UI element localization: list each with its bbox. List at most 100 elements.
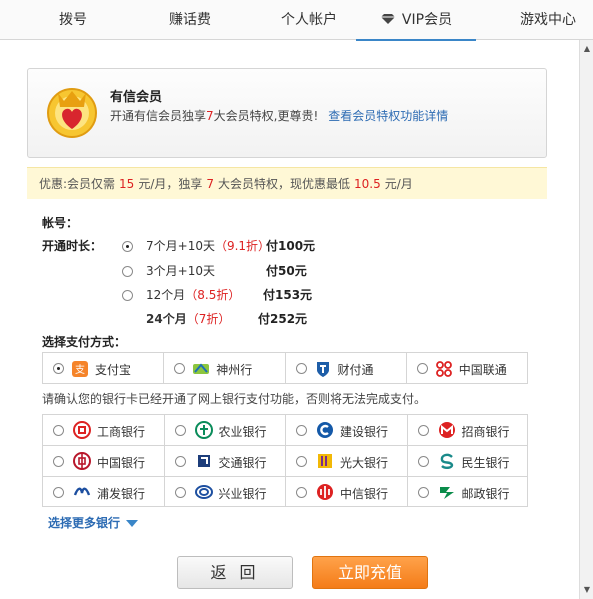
duration-option-12m[interactable]: 12个月（8.5折） 付153元 bbox=[122, 287, 312, 303]
bank-radio[interactable] bbox=[174, 456, 186, 467]
diamond-icon bbox=[380, 13, 395, 24]
duration-discount: （9.1折） bbox=[214, 239, 271, 253]
abc-icon bbox=[194, 421, 213, 439]
bank-radio[interactable] bbox=[174, 487, 186, 498]
bank-radio[interactable] bbox=[296, 425, 307, 436]
paymethod-label: 财付通 bbox=[337, 363, 374, 377]
vip-desc-prefix: 开通有信会员独享 bbox=[110, 109, 207, 123]
bank-icbc[interactable]: 工商银行 bbox=[42, 414, 164, 445]
citic-icon bbox=[317, 484, 333, 500]
bank-radio[interactable] bbox=[417, 425, 429, 436]
bank-spdb[interactable]: 浦发银行 bbox=[42, 476, 164, 507]
vip-info-card: 有信会员 开通有信会员独享7大会员特权,更尊贵! 查看会员特权功能详情 bbox=[27, 68, 547, 158]
paymethod-label: 中国联通 bbox=[458, 363, 507, 377]
duration-radio[interactable] bbox=[122, 290, 133, 301]
duration-text: 3个月+10天 bbox=[146, 263, 215, 279]
bank-label: 招商银行 bbox=[461, 425, 510, 439]
bank-label: 工商银行 bbox=[97, 425, 146, 439]
paymethod-radio[interactable] bbox=[174, 363, 186, 374]
promo-text-3: 大会员特权，现优惠最低 bbox=[218, 177, 351, 191]
bank-ceb[interactable]: 光大银行 bbox=[285, 445, 407, 476]
promo-count: 7 bbox=[206, 177, 215, 191]
more-banks-link[interactable]: 选择更多银行 bbox=[48, 514, 139, 531]
bank-citic[interactable]: 中信银行 bbox=[285, 476, 407, 507]
ceb-icon bbox=[318, 454, 332, 468]
bank-grid: 工商银行 农业银行 建设银行 招商银行 中国银行 交通银行 光大银行 民生银行 … bbox=[42, 414, 528, 507]
back-button[interactable]: 返 回 bbox=[177, 556, 293, 589]
bank-radio[interactable] bbox=[53, 425, 64, 436]
tab-vip[interactable]: VIP会员 bbox=[356, 0, 476, 41]
tab-game-center[interactable]: 游戏中心 bbox=[500, 0, 593, 40]
duration-option-24m[interactable]: 24个月（7折） 付252元 bbox=[122, 311, 307, 327]
shenzhouxing-icon bbox=[193, 363, 210, 374]
vip-desc-count: 7 bbox=[206, 109, 214, 123]
paymethod-radio[interactable] bbox=[53, 363, 64, 374]
bank-radio[interactable] bbox=[53, 456, 64, 467]
tab-earn-credit[interactable]: 赚话费 bbox=[140, 0, 240, 40]
duration-option-3m[interactable]: 3个月+10天 付50元 bbox=[122, 263, 307, 279]
duration-text: 7个月+10天（9.1折） bbox=[146, 238, 270, 254]
paymethod-radio[interactable] bbox=[416, 363, 428, 374]
duration-radio[interactable] bbox=[122, 266, 133, 277]
vip-desc-suffix: 大会员特权,更尊贵! bbox=[213, 109, 319, 123]
ccb-icon bbox=[317, 422, 333, 438]
bank-radio[interactable] bbox=[417, 487, 429, 498]
duration-price: 付252元 bbox=[258, 312, 308, 326]
bank-label: 农业银行 bbox=[218, 425, 267, 439]
duration-text: 12个月（8.5折） bbox=[146, 287, 240, 303]
vertical-scrollbar[interactable]: ▲ ▼ bbox=[579, 40, 593, 599]
paymethod-tenpay[interactable]: 财付通 bbox=[284, 352, 406, 384]
bank-label: 民生银行 bbox=[461, 456, 510, 470]
unicom-icon bbox=[435, 361, 452, 377]
bank-psbc[interactable]: 邮政银行 bbox=[406, 476, 528, 507]
paymethod-label: 神州行 bbox=[216, 363, 253, 377]
scroll-down-arrow-icon[interactable]: ▼ bbox=[582, 585, 592, 595]
bank-radio[interactable] bbox=[53, 487, 64, 498]
tab-dial[interactable]: 拨号 bbox=[28, 0, 118, 40]
bank-cmbc[interactable]: 民生银行 bbox=[406, 445, 528, 476]
paymethod-unicom[interactable]: 中国联通 bbox=[405, 352, 528, 384]
duration-price: 付100元 bbox=[266, 239, 316, 253]
icbc-icon bbox=[73, 421, 91, 439]
duration-radio[interactable] bbox=[122, 241, 133, 252]
scroll-up-arrow-icon[interactable]: ▲ bbox=[582, 44, 592, 54]
paymethod-radio[interactable] bbox=[295, 363, 307, 374]
payment-method-label: 选择支付方式： bbox=[42, 335, 127, 349]
duration-text: 24个月（7折） bbox=[146, 311, 230, 327]
bank-abc[interactable]: 农业银行 bbox=[163, 414, 285, 445]
chevron-down-icon bbox=[126, 520, 139, 527]
vip-crown-badge-icon bbox=[47, 88, 97, 138]
bank-cib[interactable]: 兴业银行 bbox=[163, 476, 285, 507]
recharge-now-button[interactable]: 立即充值 bbox=[312, 556, 428, 589]
psbc-icon bbox=[439, 487, 454, 499]
promo-lowest-price: 10.5 bbox=[354, 177, 381, 191]
bank-cmb[interactable]: 招商银行 bbox=[406, 414, 528, 445]
tab-vip-label: VIP会员 bbox=[401, 12, 453, 28]
duration-price: 付50元 bbox=[266, 264, 307, 278]
bank-radio[interactable] bbox=[296, 456, 307, 467]
tab-personal-account[interactable]: 个人帐户 bbox=[262, 0, 356, 40]
bank-label: 建设银行 bbox=[340, 425, 389, 439]
bank-bocom[interactable]: 交通银行 bbox=[163, 445, 285, 476]
payment-method-grid: 支 支付宝 神州行 财付通 中国联通 bbox=[42, 352, 528, 384]
bank-boc[interactable]: 中国银行 bbox=[42, 445, 164, 476]
vip-privileges-link[interactable]: 查看会员特权功能详情 bbox=[328, 109, 448, 123]
paymethod-alipay[interactable]: 支 支付宝 bbox=[42, 352, 164, 384]
account-label: 帐号： bbox=[42, 216, 79, 230]
duration-option-7m[interactable]: 7个月+10天（9.1折） 付100元 bbox=[122, 238, 315, 254]
bank-label: 邮政银行 bbox=[461, 487, 510, 501]
bank-notice: 请确认您的银行卡已经开通了网上银行支付功能，否则将无法完成支付。 bbox=[42, 392, 427, 406]
bank-label: 交通银行 bbox=[218, 456, 267, 470]
more-banks-label: 选择更多银行 bbox=[48, 516, 121, 530]
bank-radio[interactable] bbox=[417, 456, 429, 467]
duration-period: 3个月+10天 bbox=[146, 264, 215, 278]
top-tab-bar: 拨号 赚话费 个人帐户 VIP会员 游戏中心 bbox=[0, 0, 593, 41]
promo-text-1: 优惠:会员仅需 bbox=[39, 177, 116, 191]
spdb-icon bbox=[73, 487, 91, 496]
bank-ccb[interactable]: 建设银行 bbox=[285, 414, 407, 445]
promo-text-4: 元/月 bbox=[384, 177, 413, 191]
bank-radio[interactable] bbox=[174, 425, 186, 436]
duration-period: 12个月 bbox=[146, 288, 186, 302]
bank-radio[interactable] bbox=[296, 487, 307, 498]
paymethod-shenzhouxing[interactable]: 神州行 bbox=[163, 352, 285, 384]
